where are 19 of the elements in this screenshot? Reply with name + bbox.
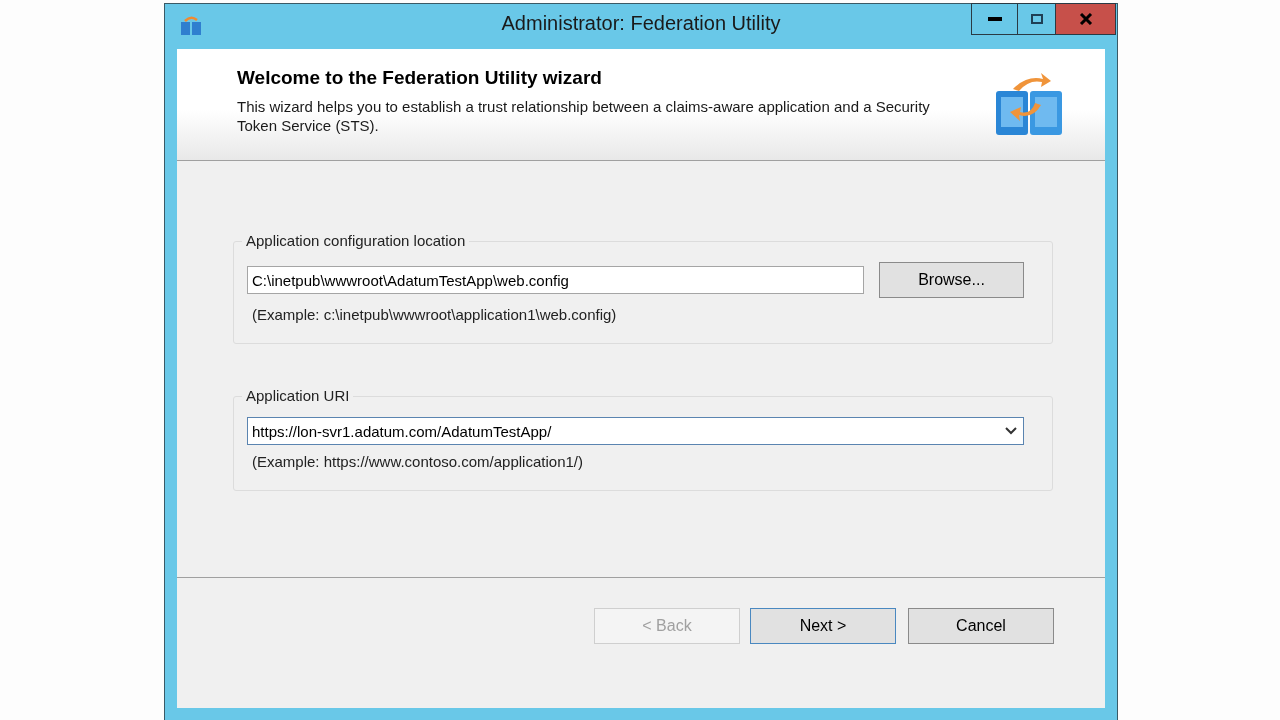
input-field[interactable]: C:\inetpub\wwwroot\AdatumTestApp\web.config	[247, 266, 864, 294]
group-label: Application URI	[242, 387, 354, 404]
wizard-description: This wizard helps you to establish a trust relationship between a claims-aware application and a Security Token Service (STS).	[237, 97, 931, 135]
minimize-icon	[987, 17, 1002, 21]
wizard-button[interactable]: Cancel	[908, 608, 1054, 644]
minimize-button[interactable]	[971, 3, 1018, 35]
maximize-icon	[1030, 14, 1043, 24]
example-hint: (Example: c:\inetpub\wwwroot\application1\web.config)	[251, 306, 618, 323]
combo-box[interactable]: https://lon-svr1.adatum.com/AdatumTestApp/	[247, 417, 1024, 445]
wizard-button[interactable]: Next >	[750, 608, 896, 644]
example-hint: (Example: https://www.contoso.com/application1/)	[251, 453, 584, 470]
app-icon	[179, 14, 203, 38]
close-button[interactable]	[1056, 3, 1116, 35]
browse-button[interactable]: Browse...	[879, 262, 1024, 298]
group-label: Application configuration location	[242, 232, 470, 249]
wizard-title: Welcome to the Federation Utility wizard	[237, 67, 603, 89]
close-icon	[1078, 13, 1093, 25]
maximize-button[interactable]	[1018, 3, 1056, 35]
window-title: Administrator: Federation Utility	[501, 12, 781, 35]
